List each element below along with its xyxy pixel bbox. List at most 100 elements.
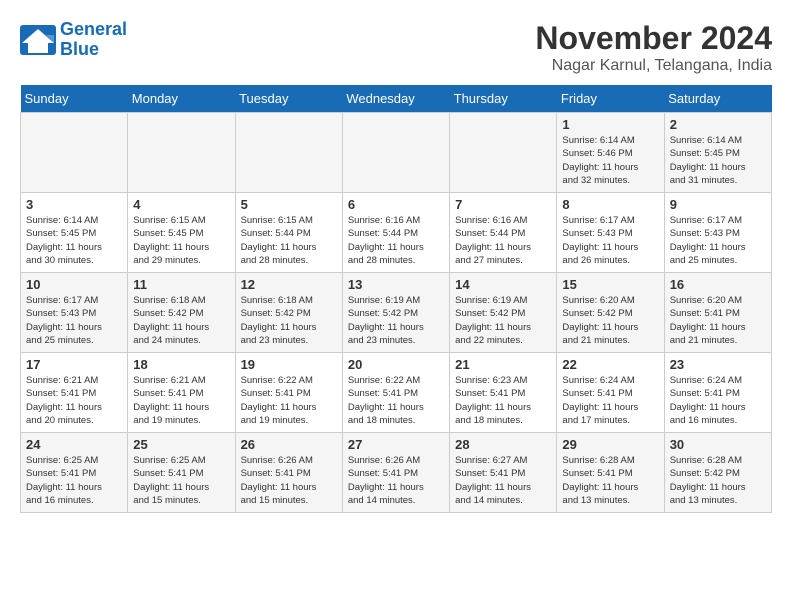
- title-block: November 2024 Nagar Karnul, Telangana, I…: [535, 20, 772, 75]
- day-info: Sunrise: 6:20 AMSunset: 5:42 PMDaylight:…: [562, 294, 658, 347]
- day-cell: [450, 113, 557, 193]
- day-number: 5: [241, 197, 337, 212]
- logo: General Blue: [20, 20, 127, 60]
- day-info: Sunrise: 6:17 AMSunset: 5:43 PMDaylight:…: [26, 294, 122, 347]
- day-number: 1: [562, 117, 658, 132]
- day-number: 14: [455, 277, 551, 292]
- day-cell: 9 Sunrise: 6:17 AMSunset: 5:43 PMDaylight…: [664, 193, 771, 273]
- day-info: Sunrise: 6:17 AMSunset: 5:43 PMDaylight:…: [562, 214, 658, 267]
- day-cell: 1 Sunrise: 6:14 AMSunset: 5:46 PMDaylight…: [557, 113, 664, 193]
- day-cell: 23 Sunrise: 6:24 AMSunset: 5:41 PMDayligh…: [664, 353, 771, 433]
- day-number: 9: [670, 197, 766, 212]
- day-cell: 18 Sunrise: 6:21 AMSunset: 5:41 PMDayligh…: [128, 353, 235, 433]
- day-info: Sunrise: 6:14 AMSunset: 5:46 PMDaylight:…: [562, 134, 658, 187]
- day-info: Sunrise: 6:26 AMSunset: 5:41 PMDaylight:…: [348, 454, 444, 507]
- location-title: Nagar Karnul, Telangana, India: [535, 57, 772, 75]
- day-info: Sunrise: 6:20 AMSunset: 5:41 PMDaylight:…: [670, 294, 766, 347]
- day-info: Sunrise: 6:25 AMSunset: 5:41 PMDaylight:…: [26, 454, 122, 507]
- day-cell: [128, 113, 235, 193]
- day-info: Sunrise: 6:24 AMSunset: 5:41 PMDaylight:…: [670, 374, 766, 427]
- week-row-2: 3 Sunrise: 6:14 AMSunset: 5:45 PMDaylight…: [21, 193, 772, 273]
- week-row-5: 24Sunrise: 6:25 AMSunset: 5:41 PMDayligh…: [21, 433, 772, 513]
- day-cell: 17Sunrise: 6:21 AMSunset: 5:41 PMDayligh…: [21, 353, 128, 433]
- day-number: 28: [455, 437, 551, 452]
- day-info: Sunrise: 6:24 AMSunset: 5:41 PMDaylight:…: [562, 374, 658, 427]
- logo-icon: [20, 25, 56, 55]
- day-info: Sunrise: 6:18 AMSunset: 5:42 PMDaylight:…: [241, 294, 337, 347]
- day-info: Sunrise: 6:22 AMSunset: 5:41 PMDaylight:…: [241, 374, 337, 427]
- day-cell: 22 Sunrise: 6:24 AMSunset: 5:41 PMDayligh…: [557, 353, 664, 433]
- day-cell: 25 Sunrise: 6:25 AMSunset: 5:41 PMDayligh…: [128, 433, 235, 513]
- day-info: Sunrise: 6:19 AMSunset: 5:42 PMDaylight:…: [348, 294, 444, 347]
- day-info: Sunrise: 6:14 AMSunset: 5:45 PMDaylight:…: [670, 134, 766, 187]
- weekday-header-wednesday: Wednesday: [342, 85, 449, 113]
- day-number: 25: [133, 437, 229, 452]
- day-cell: 27 Sunrise: 6:26 AMSunset: 5:41 PMDayligh…: [342, 433, 449, 513]
- day-cell: 15 Sunrise: 6:20 AMSunset: 5:42 PMDayligh…: [557, 273, 664, 353]
- day-cell: 2 Sunrise: 6:14 AMSunset: 5:45 PMDaylight…: [664, 113, 771, 193]
- day-number: 6: [348, 197, 444, 212]
- day-number: 15: [562, 277, 658, 292]
- day-cell: 7Sunrise: 6:16 AMSunset: 5:44 PMDaylight…: [450, 193, 557, 273]
- day-cell: 30 Sunrise: 6:28 AMSunset: 5:42 PMDayligh…: [664, 433, 771, 513]
- day-info: Sunrise: 6:18 AMSunset: 5:42 PMDaylight:…: [133, 294, 229, 347]
- day-info: Sunrise: 6:15 AMSunset: 5:45 PMDaylight:…: [133, 214, 229, 267]
- day-number: 27: [348, 437, 444, 452]
- day-info: Sunrise: 6:26 AMSunset: 5:41 PMDaylight:…: [241, 454, 337, 507]
- day-info: Sunrise: 6:28 AMSunset: 5:41 PMDaylight:…: [562, 454, 658, 507]
- weekday-header-thursday: Thursday: [450, 85, 557, 113]
- day-cell: 20 Sunrise: 6:22 AMSunset: 5:41 PMDayligh…: [342, 353, 449, 433]
- day-info: Sunrise: 6:21 AMSunset: 5:41 PMDaylight:…: [133, 374, 229, 427]
- day-info: Sunrise: 6:16 AMSunset: 5:44 PMDaylight:…: [348, 214, 444, 267]
- day-number: 13: [348, 277, 444, 292]
- day-cell: 8 Sunrise: 6:17 AMSunset: 5:43 PMDaylight…: [557, 193, 664, 273]
- day-cell: [235, 113, 342, 193]
- day-info: Sunrise: 6:14 AMSunset: 5:45 PMDaylight:…: [26, 214, 122, 267]
- day-number: 22: [562, 357, 658, 372]
- day-info: Sunrise: 6:19 AMSunset: 5:42 PMDaylight:…: [455, 294, 551, 347]
- day-cell: 5 Sunrise: 6:15 AMSunset: 5:44 PMDaylight…: [235, 193, 342, 273]
- day-info: Sunrise: 6:28 AMSunset: 5:42 PMDaylight:…: [670, 454, 766, 507]
- day-cell: 11Sunrise: 6:18 AMSunset: 5:42 PMDayligh…: [128, 273, 235, 353]
- day-number: 3: [26, 197, 122, 212]
- day-number: 18: [133, 357, 229, 372]
- weekday-header-sunday: Sunday: [21, 85, 128, 113]
- weekday-header-row: SundayMondayTuesdayWednesdayThursdayFrid…: [21, 85, 772, 113]
- day-number: 20: [348, 357, 444, 372]
- day-info: Sunrise: 6:22 AMSunset: 5:41 PMDaylight:…: [348, 374, 444, 427]
- day-number: 8: [562, 197, 658, 212]
- day-cell: 13 Sunrise: 6:19 AMSunset: 5:42 PMDayligh…: [342, 273, 449, 353]
- day-cell: 12Sunrise: 6:18 AMSunset: 5:42 PMDayligh…: [235, 273, 342, 353]
- day-info: Sunrise: 6:25 AMSunset: 5:41 PMDaylight:…: [133, 454, 229, 507]
- day-cell: 3 Sunrise: 6:14 AMSunset: 5:45 PMDaylight…: [21, 193, 128, 273]
- day-cell: 21Sunrise: 6:23 AMSunset: 5:41 PMDayligh…: [450, 353, 557, 433]
- day-number: 10: [26, 277, 122, 292]
- logo-line2: Blue: [60, 39, 99, 59]
- day-number: 26: [241, 437, 337, 452]
- day-number: 7: [455, 197, 551, 212]
- day-cell: 24Sunrise: 6:25 AMSunset: 5:41 PMDayligh…: [21, 433, 128, 513]
- day-info: Sunrise: 6:15 AMSunset: 5:44 PMDaylight:…: [241, 214, 337, 267]
- day-cell: 19 Sunrise: 6:22 AMSunset: 5:41 PMDayligh…: [235, 353, 342, 433]
- week-row-3: 10 Sunrise: 6:17 AMSunset: 5:43 PMDayligh…: [21, 273, 772, 353]
- day-number: 23: [670, 357, 766, 372]
- day-number: 2: [670, 117, 766, 132]
- day-cell: 28Sunrise: 6:27 AMSunset: 5:41 PMDayligh…: [450, 433, 557, 513]
- day-cell: 6 Sunrise: 6:16 AMSunset: 5:44 PMDaylight…: [342, 193, 449, 273]
- weekday-header-saturday: Saturday: [664, 85, 771, 113]
- day-number: 30: [670, 437, 766, 452]
- month-title: November 2024: [535, 20, 772, 57]
- week-row-1: 1 Sunrise: 6:14 AMSunset: 5:46 PMDaylight…: [21, 113, 772, 193]
- day-cell: 14 Sunrise: 6:19 AMSunset: 5:42 PMDayligh…: [450, 273, 557, 353]
- day-cell: [342, 113, 449, 193]
- weekday-header-friday: Friday: [557, 85, 664, 113]
- weekday-header-monday: Monday: [128, 85, 235, 113]
- logo-text: General Blue: [60, 20, 127, 60]
- day-info: Sunrise: 6:17 AMSunset: 5:43 PMDaylight:…: [670, 214, 766, 267]
- day-cell: 26 Sunrise: 6:26 AMSunset: 5:41 PMDayligh…: [235, 433, 342, 513]
- day-number: 19: [241, 357, 337, 372]
- day-info: Sunrise: 6:23 AMSunset: 5:41 PMDaylight:…: [455, 374, 551, 427]
- day-number: 16: [670, 277, 766, 292]
- week-row-4: 17Sunrise: 6:21 AMSunset: 5:41 PMDayligh…: [21, 353, 772, 433]
- day-cell: 10 Sunrise: 6:17 AMSunset: 5:43 PMDayligh…: [21, 273, 128, 353]
